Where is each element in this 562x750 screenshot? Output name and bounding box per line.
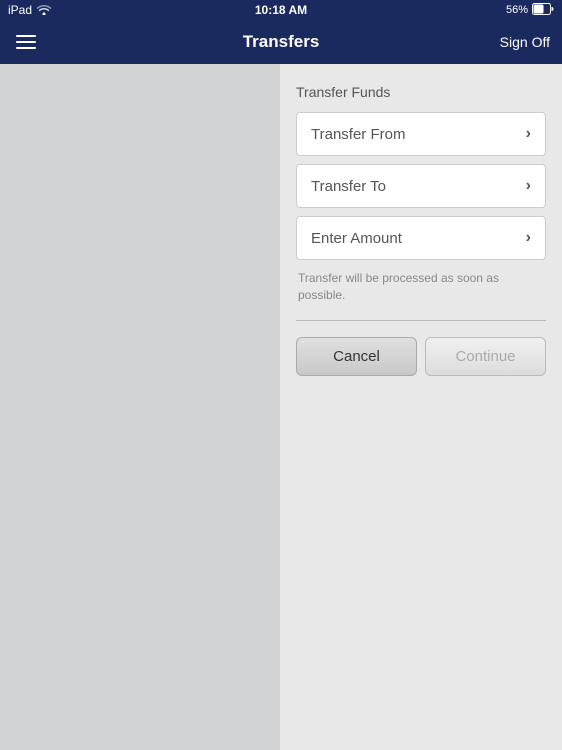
battery-icon	[532, 3, 554, 18]
transfer-to-chevron-icon: ›	[526, 177, 531, 195]
enter-amount-label: Enter Amount	[311, 230, 402, 247]
menu-button[interactable]	[12, 31, 40, 53]
status-left: iPad	[8, 3, 52, 18]
button-row: Cancel Continue	[296, 337, 546, 376]
main-layout: Transfer Funds Transfer From › Transfer …	[0, 64, 562, 750]
transfer-from-row[interactable]: Transfer From ›	[296, 112, 546, 156]
sign-off-button[interactable]: Sign Off	[500, 34, 550, 50]
content-panel: Transfer Funds Transfer From › Transfer …	[280, 64, 562, 750]
nav-bar: Transfers Sign Off	[0, 20, 562, 64]
divider	[296, 320, 546, 321]
continue-button[interactable]: Continue	[425, 337, 546, 376]
device-label: iPad	[8, 3, 32, 17]
status-bar: iPad 10:18 AM 56%	[0, 0, 562, 20]
page-title: Transfers	[243, 32, 320, 52]
status-right: 56%	[506, 3, 554, 18]
status-time: 10:18 AM	[255, 3, 307, 17]
enter-amount-row[interactable]: Enter Amount ›	[296, 216, 546, 260]
wifi-icon	[36, 3, 52, 18]
transfer-to-label: Transfer To	[311, 178, 386, 195]
battery-percent: 56%	[506, 4, 528, 16]
section-title: Transfer Funds	[296, 84, 546, 100]
transfer-to-row[interactable]: Transfer To ›	[296, 164, 546, 208]
transfer-from-chevron-icon: ›	[526, 125, 531, 143]
cancel-button[interactable]: Cancel	[296, 337, 417, 376]
info-text: Transfer will be processed as soon as po…	[298, 270, 544, 304]
transfer-from-label: Transfer From	[311, 126, 405, 143]
sidebar-panel	[0, 64, 280, 750]
enter-amount-chevron-icon: ›	[526, 229, 531, 247]
